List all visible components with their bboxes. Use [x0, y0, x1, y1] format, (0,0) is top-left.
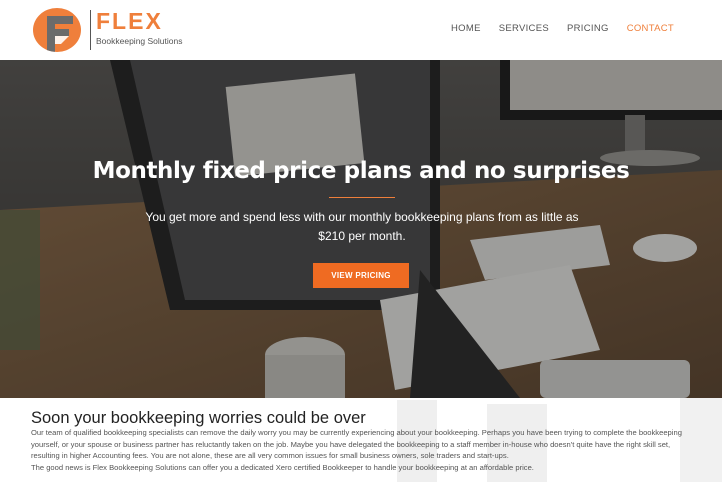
paragraph: The good news is Flex Bookkeeping Soluti… [31, 462, 534, 472]
nav-home[interactable]: HOME [451, 23, 481, 34]
main-nav: HOME SERVICES PRICING CONTACT [451, 23, 674, 34]
site-header: FLEX Bookkeeping Solutions HOME SERVICES… [0, 0, 722, 60]
hero-subtitle: You get more and spend less with our mon… [145, 210, 579, 243]
logo-divider [90, 10, 91, 50]
hero-title: Monthly fixed price plans and no surpris… [92, 158, 630, 184]
hero-divider [329, 197, 395, 198]
nav-pricing[interactable]: PRICING [567, 23, 609, 34]
section-body: Our team of qualified bookkeeping specia… [31, 427, 693, 473]
paragraph: Our team of qualified bookkeeping specia… [31, 428, 682, 461]
nav-services[interactable]: SERVICES [499, 23, 549, 34]
logo[interactable]: FLEX Bookkeeping Solutions [33, 7, 193, 53]
view-pricing-button[interactable]: VIEW PRICING [313, 263, 409, 288]
section-heading: Soon your bookkeeping worries could be o… [31, 409, 366, 427]
intro-section: Soon your bookkeeping worries could be o… [0, 398, 722, 482]
brand-name: FLEX [96, 8, 163, 34]
brand-tagline: Bookkeeping Solutions [96, 36, 183, 46]
logo-mark [33, 8, 81, 52]
hero-banner: Monthly fixed price plans and no surpris… [0, 60, 722, 398]
f-logo-icon [47, 16, 73, 52]
nav-contact[interactable]: CONTACT [627, 23, 674, 34]
